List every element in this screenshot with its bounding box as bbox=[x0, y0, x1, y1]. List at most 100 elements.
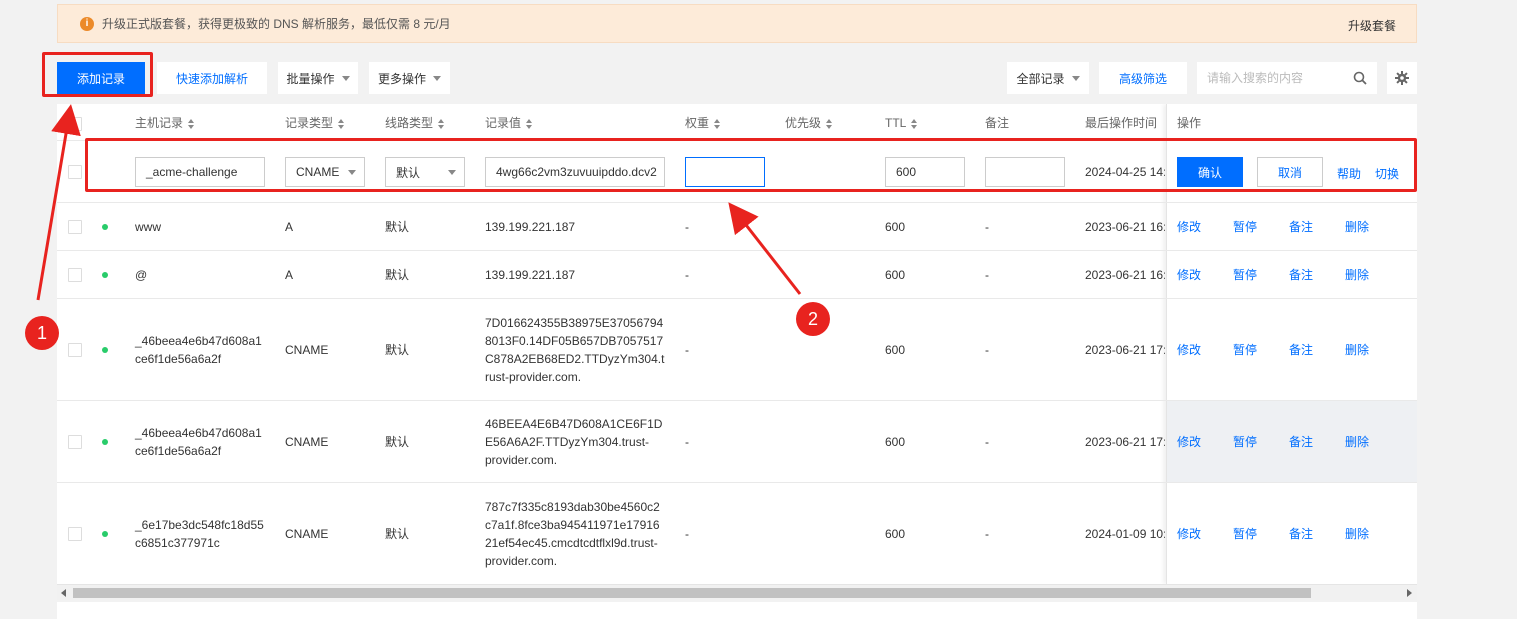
status-dot-icon bbox=[102, 271, 108, 278]
batch-operation-label: 批量操作 bbox=[286, 71, 335, 86]
cell-type: A bbox=[285, 219, 294, 234]
pause-link[interactable]: 暂停 bbox=[1233, 218, 1257, 235]
cell-line: 默认 bbox=[385, 434, 410, 449]
cell-value: 46BEEA4E6B47D608A1CE6F1D E56A6A2F.TTDyzY… bbox=[485, 416, 663, 467]
row-checkbox[interactable] bbox=[68, 342, 82, 357]
delete-link[interactable]: 删除 bbox=[1345, 266, 1369, 283]
divider bbox=[57, 202, 1417, 203]
modify-link[interactable]: 修改 bbox=[1177, 266, 1201, 283]
header-type[interactable]: 记录类型 bbox=[285, 114, 345, 132]
header-host[interactable]: 主机记录 bbox=[135, 114, 195, 132]
header-host-label: 主机记录 bbox=[135, 116, 184, 130]
header-ttl[interactable]: TTL bbox=[885, 114, 918, 132]
cell-value: 139.199.221.187 bbox=[485, 267, 576, 282]
cell-value: 139.199.221.187 bbox=[485, 219, 576, 234]
divider bbox=[57, 250, 1417, 251]
delete-link[interactable]: 删除 bbox=[1345, 341, 1369, 358]
remark-link[interactable]: 备注 bbox=[1289, 266, 1313, 283]
pause-link[interactable]: 暂停 bbox=[1233, 266, 1257, 283]
chevron-down-icon bbox=[1071, 75, 1080, 81]
cell-host: _46beea4e6b47d608a1 ce6f1de56a6a2f bbox=[135, 425, 262, 458]
pagination-bar bbox=[57, 602, 1417, 619]
cell-type: CNAME bbox=[285, 526, 329, 541]
pause-link[interactable]: 暂停 bbox=[1233, 525, 1257, 542]
more-operation-label: 更多操作 bbox=[377, 71, 426, 86]
delete-link[interactable]: 删除 bbox=[1345, 433, 1369, 450]
record-filter-label: 全部记录 bbox=[1016, 71, 1065, 86]
header-ttl-label: TTL bbox=[885, 116, 907, 130]
header-value[interactable]: 记录值 bbox=[485, 114, 533, 132]
cell-line: 默认 bbox=[385, 526, 410, 541]
header-line[interactable]: 线路类型 bbox=[385, 114, 445, 132]
delete-link[interactable]: 删除 bbox=[1345, 525, 1369, 542]
row-checkbox[interactable] bbox=[68, 219, 82, 234]
sort-icon bbox=[526, 118, 533, 129]
remark-link[interactable]: 备注 bbox=[1289, 433, 1313, 450]
modify-link[interactable]: 修改 bbox=[1177, 525, 1201, 542]
cell-ttl: 600 bbox=[885, 267, 906, 282]
cell-line: 默认 bbox=[385, 219, 410, 234]
row-checkbox[interactable] bbox=[68, 267, 82, 282]
cell-type: CNAME bbox=[285, 342, 329, 357]
cell-ttl: 600 bbox=[885, 526, 906, 541]
cell-ttl: 600 bbox=[885, 219, 906, 234]
header-line-label: 线路类型 bbox=[385, 116, 434, 130]
search-icon[interactable] bbox=[1353, 71, 1367, 85]
header-actions: 操作 bbox=[1177, 116, 1202, 130]
search-input[interactable] bbox=[1207, 71, 1347, 85]
sort-icon bbox=[911, 118, 918, 129]
row-checkbox[interactable] bbox=[68, 526, 82, 541]
modify-link[interactable]: 修改 bbox=[1177, 433, 1201, 450]
modify-link[interactable]: 修改 bbox=[1177, 341, 1201, 358]
cell-time: 2023-06-21 17: bbox=[1085, 342, 1165, 357]
pause-link[interactable]: 暂停 bbox=[1233, 433, 1257, 450]
scroll-left-icon[interactable] bbox=[61, 589, 66, 597]
cell-host: www bbox=[135, 219, 161, 234]
cell-host: @ bbox=[135, 267, 148, 282]
annotation-box-1 bbox=[42, 52, 153, 97]
info-icon: i bbox=[80, 16, 94, 31]
pause-link[interactable]: 暂停 bbox=[1233, 341, 1257, 358]
cell-line: 默认 bbox=[385, 342, 410, 357]
cell-remark: - bbox=[985, 342, 989, 357]
more-operation-dropdown[interactable]: 更多操作 bbox=[369, 62, 450, 94]
advanced-filter-button[interactable]: 高级筛选 bbox=[1099, 62, 1187, 94]
cell-time: 2024-01-09 10: bbox=[1085, 526, 1165, 541]
remark-link[interactable]: 备注 bbox=[1289, 525, 1313, 542]
annotation-box-2 bbox=[85, 138, 1417, 192]
batch-operation-dropdown[interactable]: 批量操作 bbox=[278, 62, 358, 94]
record-filter-dropdown[interactable]: 全部记录 bbox=[1007, 62, 1089, 94]
upgrade-plan-link[interactable]: 升级套餐 bbox=[1348, 17, 1396, 34]
modify-link[interactable]: 修改 bbox=[1177, 218, 1201, 235]
select-all-checkbox[interactable] bbox=[68, 117, 82, 131]
cell-time: 2023-06-21 16: bbox=[1085, 267, 1165, 282]
divider bbox=[57, 298, 1417, 299]
scroll-right-icon[interactable] bbox=[1407, 589, 1412, 597]
cell-weight: - bbox=[685, 342, 689, 357]
cell-remark: - bbox=[985, 219, 989, 234]
cell-value: 7D016624355B38975E37056794 8013F0.14DF05… bbox=[485, 315, 665, 384]
remark-link[interactable]: 备注 bbox=[1289, 341, 1313, 358]
remark-link[interactable]: 备注 bbox=[1289, 218, 1313, 235]
header-weight[interactable]: 权重 bbox=[685, 114, 721, 132]
header-type-label: 记录类型 bbox=[285, 116, 334, 130]
delete-link[interactable]: 删除 bbox=[1345, 218, 1369, 235]
divider bbox=[57, 482, 1417, 483]
cell-remark: - bbox=[985, 434, 989, 449]
sort-icon bbox=[188, 118, 195, 129]
cell-value: 787c7f335c8193dab30be4560c2 c7a1f.8fce3b… bbox=[485, 499, 660, 568]
settings-button[interactable] bbox=[1387, 62, 1417, 94]
cell-type: CNAME bbox=[285, 434, 329, 449]
header-priority[interactable]: 优先级 bbox=[785, 114, 833, 132]
horizontal-scrollbar[interactable] bbox=[57, 584, 1417, 600]
annotation-badge-2: 2 bbox=[796, 302, 830, 336]
row-checkbox[interactable] bbox=[68, 165, 82, 179]
header-value-label: 记录值 bbox=[485, 116, 522, 130]
row-checkbox[interactable] bbox=[68, 434, 82, 449]
quick-add-button[interactable]: 快速添加解析 bbox=[157, 62, 267, 94]
cell-weight: - bbox=[685, 434, 689, 449]
scroll-thumb[interactable] bbox=[73, 588, 1311, 598]
divider bbox=[57, 400, 1417, 401]
notice-text: 升级正式版套餐，获得更极致的 DNS 解析服务，最低仅需 8 元/月 bbox=[102, 17, 451, 31]
header-priority-label: 优先级 bbox=[785, 116, 822, 130]
